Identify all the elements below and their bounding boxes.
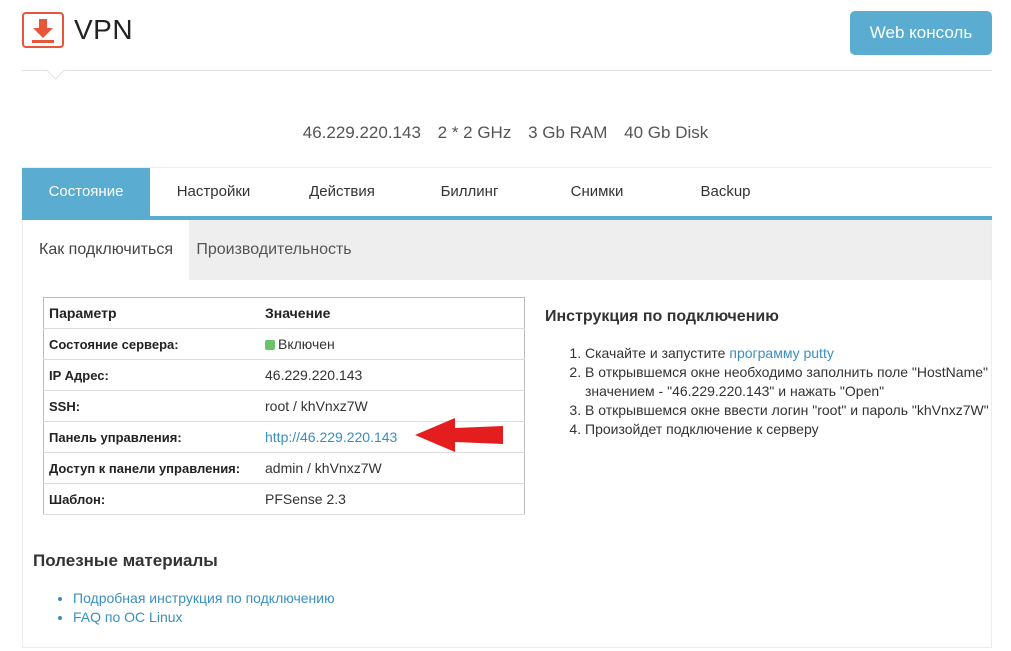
table-header-value: Значение	[260, 297, 525, 329]
web-console-button[interactable]: Web консоль	[850, 11, 992, 55]
table-row: Шаблон: PFSense 2.3	[43, 483, 525, 515]
param-value: admin / khVnxz7W	[260, 452, 525, 484]
tab-actions[interactable]: Действия	[277, 168, 407, 216]
spec-ip: 46.229.220.143	[302, 123, 421, 142]
instruction-step: В открывшемся окне ввести логин "root" и…	[585, 401, 1011, 420]
instruction-step: В открывшемся окне необходимо заполнить …	[585, 363, 1011, 401]
download-logo-icon	[22, 12, 64, 48]
table-row: Доступ к панели управления: admin / khVn…	[43, 452, 525, 484]
table-row: Состояние сервера: Включен	[43, 328, 525, 360]
header-divider	[22, 70, 992, 71]
linux-faq-link[interactable]: FAQ по ОС Linux	[73, 609, 183, 625]
subtabs: Как подключиться Производительность	[23, 220, 991, 280]
param-value: root / khVnxz7W	[260, 390, 525, 422]
instructions-title: Инструкция по подключению	[545, 308, 779, 325]
status-text: Включен	[278, 336, 335, 352]
param-value: PFSense 2.3	[260, 483, 525, 515]
instruction-step: Скачайте и запустите программу putty	[585, 344, 1011, 363]
list-item: FAQ по ОС Linux	[73, 608, 335, 627]
spec-cpu: 2 * 2 GHz	[437, 123, 512, 142]
tab-settings[interactable]: Настройки	[150, 168, 277, 216]
param-key: Панель управления:	[43, 421, 260, 453]
param-key: Состояние сервера:	[43, 328, 260, 360]
spec-disk: 40 Gb Disk	[624, 123, 709, 142]
red-arrow-icon	[415, 418, 503, 452]
param-key: Доступ к панели управления:	[43, 452, 260, 484]
useful-links-list: Подробная инструкция по подключению FAQ …	[33, 589, 335, 627]
param-key: Шаблон:	[43, 483, 260, 515]
param-key: IP Адрес:	[43, 359, 260, 391]
connection-guide-link[interactable]: Подробная инструкция по подключению	[73, 590, 335, 606]
tab-status[interactable]: Состояние	[22, 168, 150, 216]
tab-billing[interactable]: Биллинг	[407, 168, 532, 216]
param-key: SSH:	[43, 390, 260, 422]
useful-materials-title: Полезные материалы	[33, 551, 218, 570]
tab-backup[interactable]: Backup	[662, 168, 789, 216]
main-tabs: Состояние Настройки Действия Биллинг Сни…	[22, 168, 992, 220]
subtab-how-to-connect[interactable]: Как подключиться	[23, 220, 189, 280]
tab-snapshots[interactable]: Снимки	[532, 168, 662, 216]
param-value: 46.229.220.143	[260, 359, 525, 391]
table-row: IP Адрес: 46.229.220.143	[43, 359, 525, 391]
tab-content: Как подключиться Производительность Пара…	[22, 220, 992, 648]
list-item: Подробная инструкция по подключению	[73, 589, 335, 608]
table-header-row: Параметр Значение	[43, 297, 525, 329]
header: VPN Web консоль	[22, 0, 992, 72]
params-table: Параметр Значение Состояние сервера: Вкл…	[43, 297, 525, 515]
table-row: SSH: root / khVnxz7W	[43, 390, 525, 422]
table-header-param: Параметр	[43, 297, 260, 329]
instructions-list: Скачайте и запустите программу putty В о…	[545, 344, 1011, 439]
status-on-icon	[265, 340, 275, 350]
subtab-performance[interactable]: Производительность	[189, 220, 359, 280]
control-panel-link[interactable]: http://46.229.220.143	[265, 429, 397, 445]
step-text: Скачайте и запустите	[585, 345, 730, 361]
putty-link[interactable]: программу putty	[729, 345, 833, 361]
param-value-status: Включен	[260, 328, 525, 360]
spec-ram: 3 Gb RAM	[528, 123, 608, 142]
app-title: VPN	[74, 14, 134, 45]
instruction-step: Произойдет подключение к серверу	[585, 420, 1011, 439]
server-specs: 46.229.220.143 2 * 2 GHz 3 Gb RAM 40 Gb …	[0, 123, 1011, 143]
